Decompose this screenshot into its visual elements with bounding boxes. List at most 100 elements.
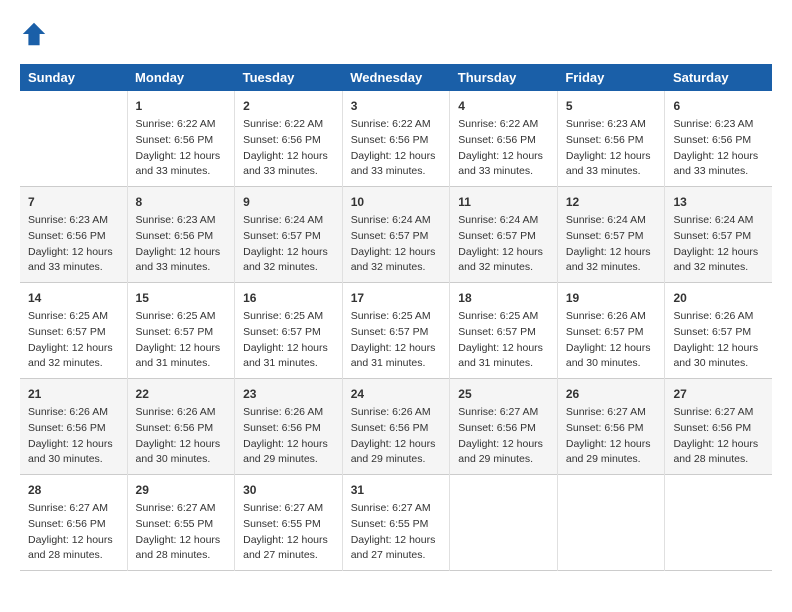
cell-text: Daylight: 12 hours [28,341,119,357]
cell-text: Sunrise: 6:27 AM [673,405,764,421]
cell-text: Daylight: 12 hours [243,245,334,261]
cell-week2-day6: 13Sunrise: 6:24 AMSunset: 6:57 PMDayligh… [665,187,772,283]
cell-text: Sunrise: 6:25 AM [28,309,119,325]
cell-text: Daylight: 12 hours [136,437,227,453]
cell-text: Sunset: 6:57 PM [243,325,334,341]
cell-text: Sunrise: 6:26 AM [136,405,227,421]
cell-text: Sunset: 6:56 PM [243,133,334,149]
cell-text: Sunrise: 6:23 AM [566,117,657,133]
cell-week2-day4: 11Sunrise: 6:24 AMSunset: 6:57 PMDayligh… [450,187,558,283]
cell-text: and 33 minutes. [458,164,549,180]
cell-week5-day4 [450,475,558,571]
day-number: 3 [351,97,442,115]
cell-week2-day2: 9Sunrise: 6:24 AMSunset: 6:57 PMDaylight… [235,187,343,283]
cell-text: Daylight: 12 hours [351,149,442,165]
cell-text: Daylight: 12 hours [136,341,227,357]
cell-text: Daylight: 12 hours [351,341,442,357]
cell-text: Sunrise: 6:23 AM [136,213,227,229]
day-number: 14 [28,289,119,307]
cell-text: and 31 minutes. [458,356,549,372]
cell-week3-day1: 15Sunrise: 6:25 AMSunset: 6:57 PMDayligh… [127,283,235,379]
cell-week1-day4: 4Sunrise: 6:22 AMSunset: 6:56 PMDaylight… [450,91,558,187]
week-row-2: 7Sunrise: 6:23 AMSunset: 6:56 PMDaylight… [20,187,772,283]
day-number: 19 [566,289,657,307]
cell-week5-day2: 30Sunrise: 6:27 AMSunset: 6:55 PMDayligh… [235,475,343,571]
cell-text: Sunrise: 6:25 AM [458,309,549,325]
cell-week2-day5: 12Sunrise: 6:24 AMSunset: 6:57 PMDayligh… [557,187,665,283]
cell-text: Daylight: 12 hours [243,437,334,453]
cell-text: and 29 minutes. [566,452,657,468]
cell-text: Daylight: 12 hours [566,149,657,165]
cell-week3-day2: 16Sunrise: 6:25 AMSunset: 6:57 PMDayligh… [235,283,343,379]
cell-text: and 30 minutes. [673,356,764,372]
day-number: 26 [566,385,657,403]
cell-text: Sunset: 6:56 PM [136,133,227,149]
cell-text: and 31 minutes. [351,356,442,372]
cell-text: Sunset: 6:56 PM [458,133,549,149]
day-number: 30 [243,481,334,499]
cell-text: Daylight: 12 hours [458,245,549,261]
cell-text: Daylight: 12 hours [136,149,227,165]
cell-text: and 30 minutes. [136,452,227,468]
cell-text: Sunrise: 6:26 AM [566,309,657,325]
cell-text: Sunrise: 6:24 AM [673,213,764,229]
cell-week2-day1: 8Sunrise: 6:23 AMSunset: 6:56 PMDaylight… [127,187,235,283]
day-number: 27 [673,385,764,403]
day-number: 5 [566,97,657,115]
header-friday: Friday [557,64,665,91]
cell-text: Sunset: 6:57 PM [673,229,764,245]
cell-text: Daylight: 12 hours [351,533,442,549]
cell-text: Sunrise: 6:24 AM [458,213,549,229]
cell-text: Sunrise: 6:22 AM [136,117,227,133]
cell-text: and 32 minutes. [566,260,657,276]
logo [20,20,52,48]
cell-text: Sunset: 6:56 PM [28,517,119,533]
cell-text: Sunrise: 6:26 AM [351,405,442,421]
day-number: 18 [458,289,549,307]
day-number: 29 [136,481,227,499]
cell-text: Sunset: 6:57 PM [566,229,657,245]
logo-icon [20,20,48,48]
cell-text: Sunrise: 6:25 AM [136,309,227,325]
cell-text: Daylight: 12 hours [243,149,334,165]
cell-week5-day0: 28 Sunrise: 6:27 AMSunset: 6:56 PMDayligh… [20,475,127,571]
cell-week4-day1: 22Sunrise: 6:26 AMSunset: 6:56 PMDayligh… [127,379,235,475]
cell-text: Daylight: 12 hours [28,533,119,549]
cell-text: and 29 minutes. [243,452,334,468]
day-number: 10 [351,193,442,211]
cell-text: Sunset: 6:57 PM [351,325,442,341]
cell-text: Sunset: 6:56 PM [566,421,657,437]
day-number: 21 [28,385,119,403]
day-number: 28 [28,481,119,499]
cell-text: Sunrise: 6:23 AM [28,213,119,229]
cell-text: and 32 minutes. [351,260,442,276]
cell-text: Daylight: 12 hours [566,341,657,357]
cell-text: and 33 minutes. [136,164,227,180]
day-number: 7 [28,193,119,211]
cell-week4-day3: 24Sunrise: 6:26 AMSunset: 6:56 PMDayligh… [342,379,450,475]
day-number: 20 [673,289,764,307]
cell-text: Sunrise: 6:22 AM [458,117,549,133]
cell-text: and 27 minutes. [243,548,334,564]
day-number: 8 [136,193,227,211]
cell-text: Sunrise: 6:24 AM [351,213,442,229]
cell-text: Sunset: 6:56 PM [458,421,549,437]
cell-text: Daylight: 12 hours [136,245,227,261]
cell-text: and 32 minutes. [28,356,119,372]
cell-text: Daylight: 12 hours [351,437,442,453]
cell-text: Daylight: 12 hours [243,341,334,357]
cell-week5-day3: 31Sunrise: 6:27 AMSunset: 6:55 PMDayligh… [342,475,450,571]
cell-text: Sunset: 6:57 PM [136,325,227,341]
cell-text: Sunrise: 6:27 AM [136,501,227,517]
header-saturday: Saturday [665,64,772,91]
cell-text: and 30 minutes. [28,452,119,468]
cell-text: and 27 minutes. [351,548,442,564]
cell-text: and 28 minutes. [28,548,119,564]
cell-text: and 33 minutes. [136,260,227,276]
cell-week1-day6: 6Sunrise: 6:23 AMSunset: 6:56 PMDaylight… [665,91,772,187]
day-number: 1 [136,97,227,115]
cell-text: Daylight: 12 hours [673,341,764,357]
cell-text: and 31 minutes. [136,356,227,372]
cell-text: Sunrise: 6:27 AM [351,501,442,517]
cell-text: Sunrise: 6:27 AM [28,501,119,517]
